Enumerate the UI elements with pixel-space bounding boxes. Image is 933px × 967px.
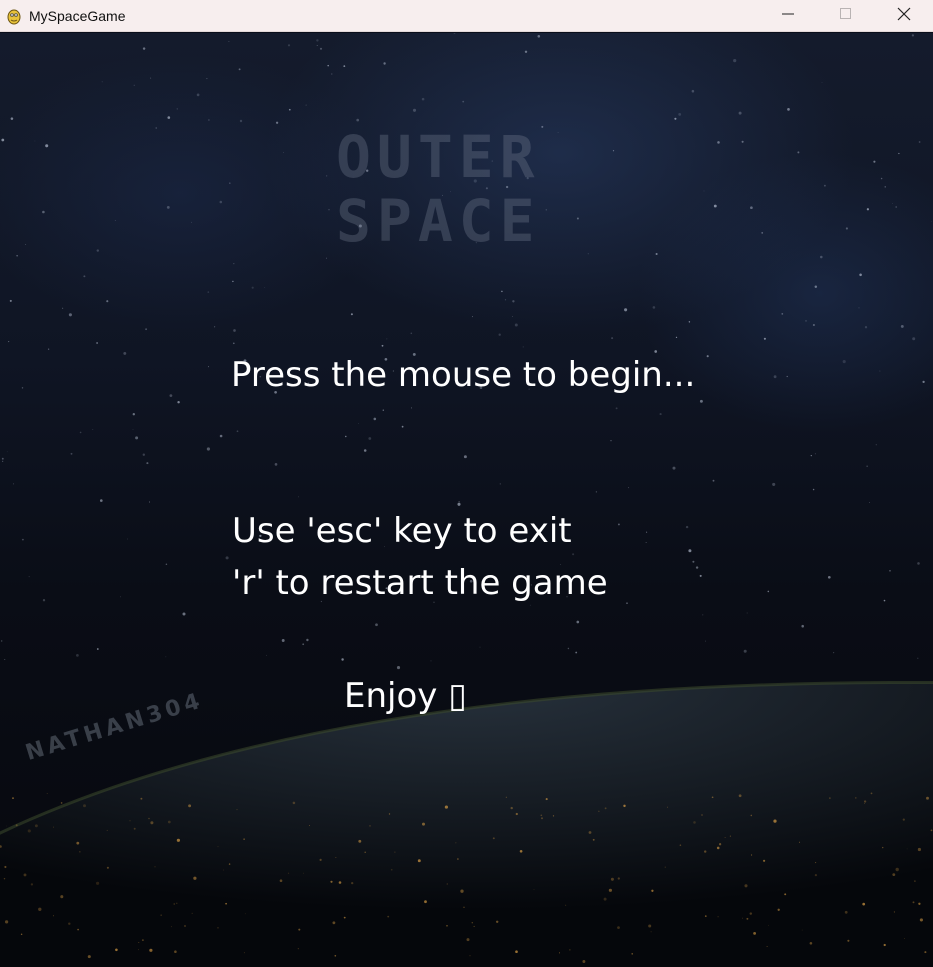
- maximize-icon: [840, 8, 851, 19]
- game-window: MySpaceGame OUTER SPACE Press the mouse …: [0, 0, 933, 967]
- logo-line-outer: OUTER: [336, 123, 541, 191]
- pygame-snake-icon: [5, 7, 23, 25]
- enjoy-message: Enjoy ▯: [344, 676, 467, 716]
- title-bar[interactable]: MySpaceGame: [0, 0, 933, 32]
- game-canvas[interactable]: OUTER SPACE Press the mouse to begin... …: [0, 33, 933, 967]
- restart-instruction: 'r' to restart the game: [232, 563, 608, 603]
- game-logo: OUTER SPACE: [336, 125, 596, 253]
- close-icon: [897, 7, 911, 21]
- minimize-icon: [782, 13, 794, 15]
- minimize-button[interactable]: [759, 0, 817, 28]
- window-title: MySpaceGame: [29, 7, 126, 24]
- logo-line-space: SPACE: [336, 187, 541, 255]
- window-controls: [759, 0, 933, 32]
- maximize-button[interactable]: [817, 0, 875, 28]
- close-button[interactable]: [875, 0, 933, 28]
- exit-instruction: Use 'esc' key to exit: [232, 511, 572, 551]
- start-prompt: Press the mouse to begin...: [231, 355, 696, 395]
